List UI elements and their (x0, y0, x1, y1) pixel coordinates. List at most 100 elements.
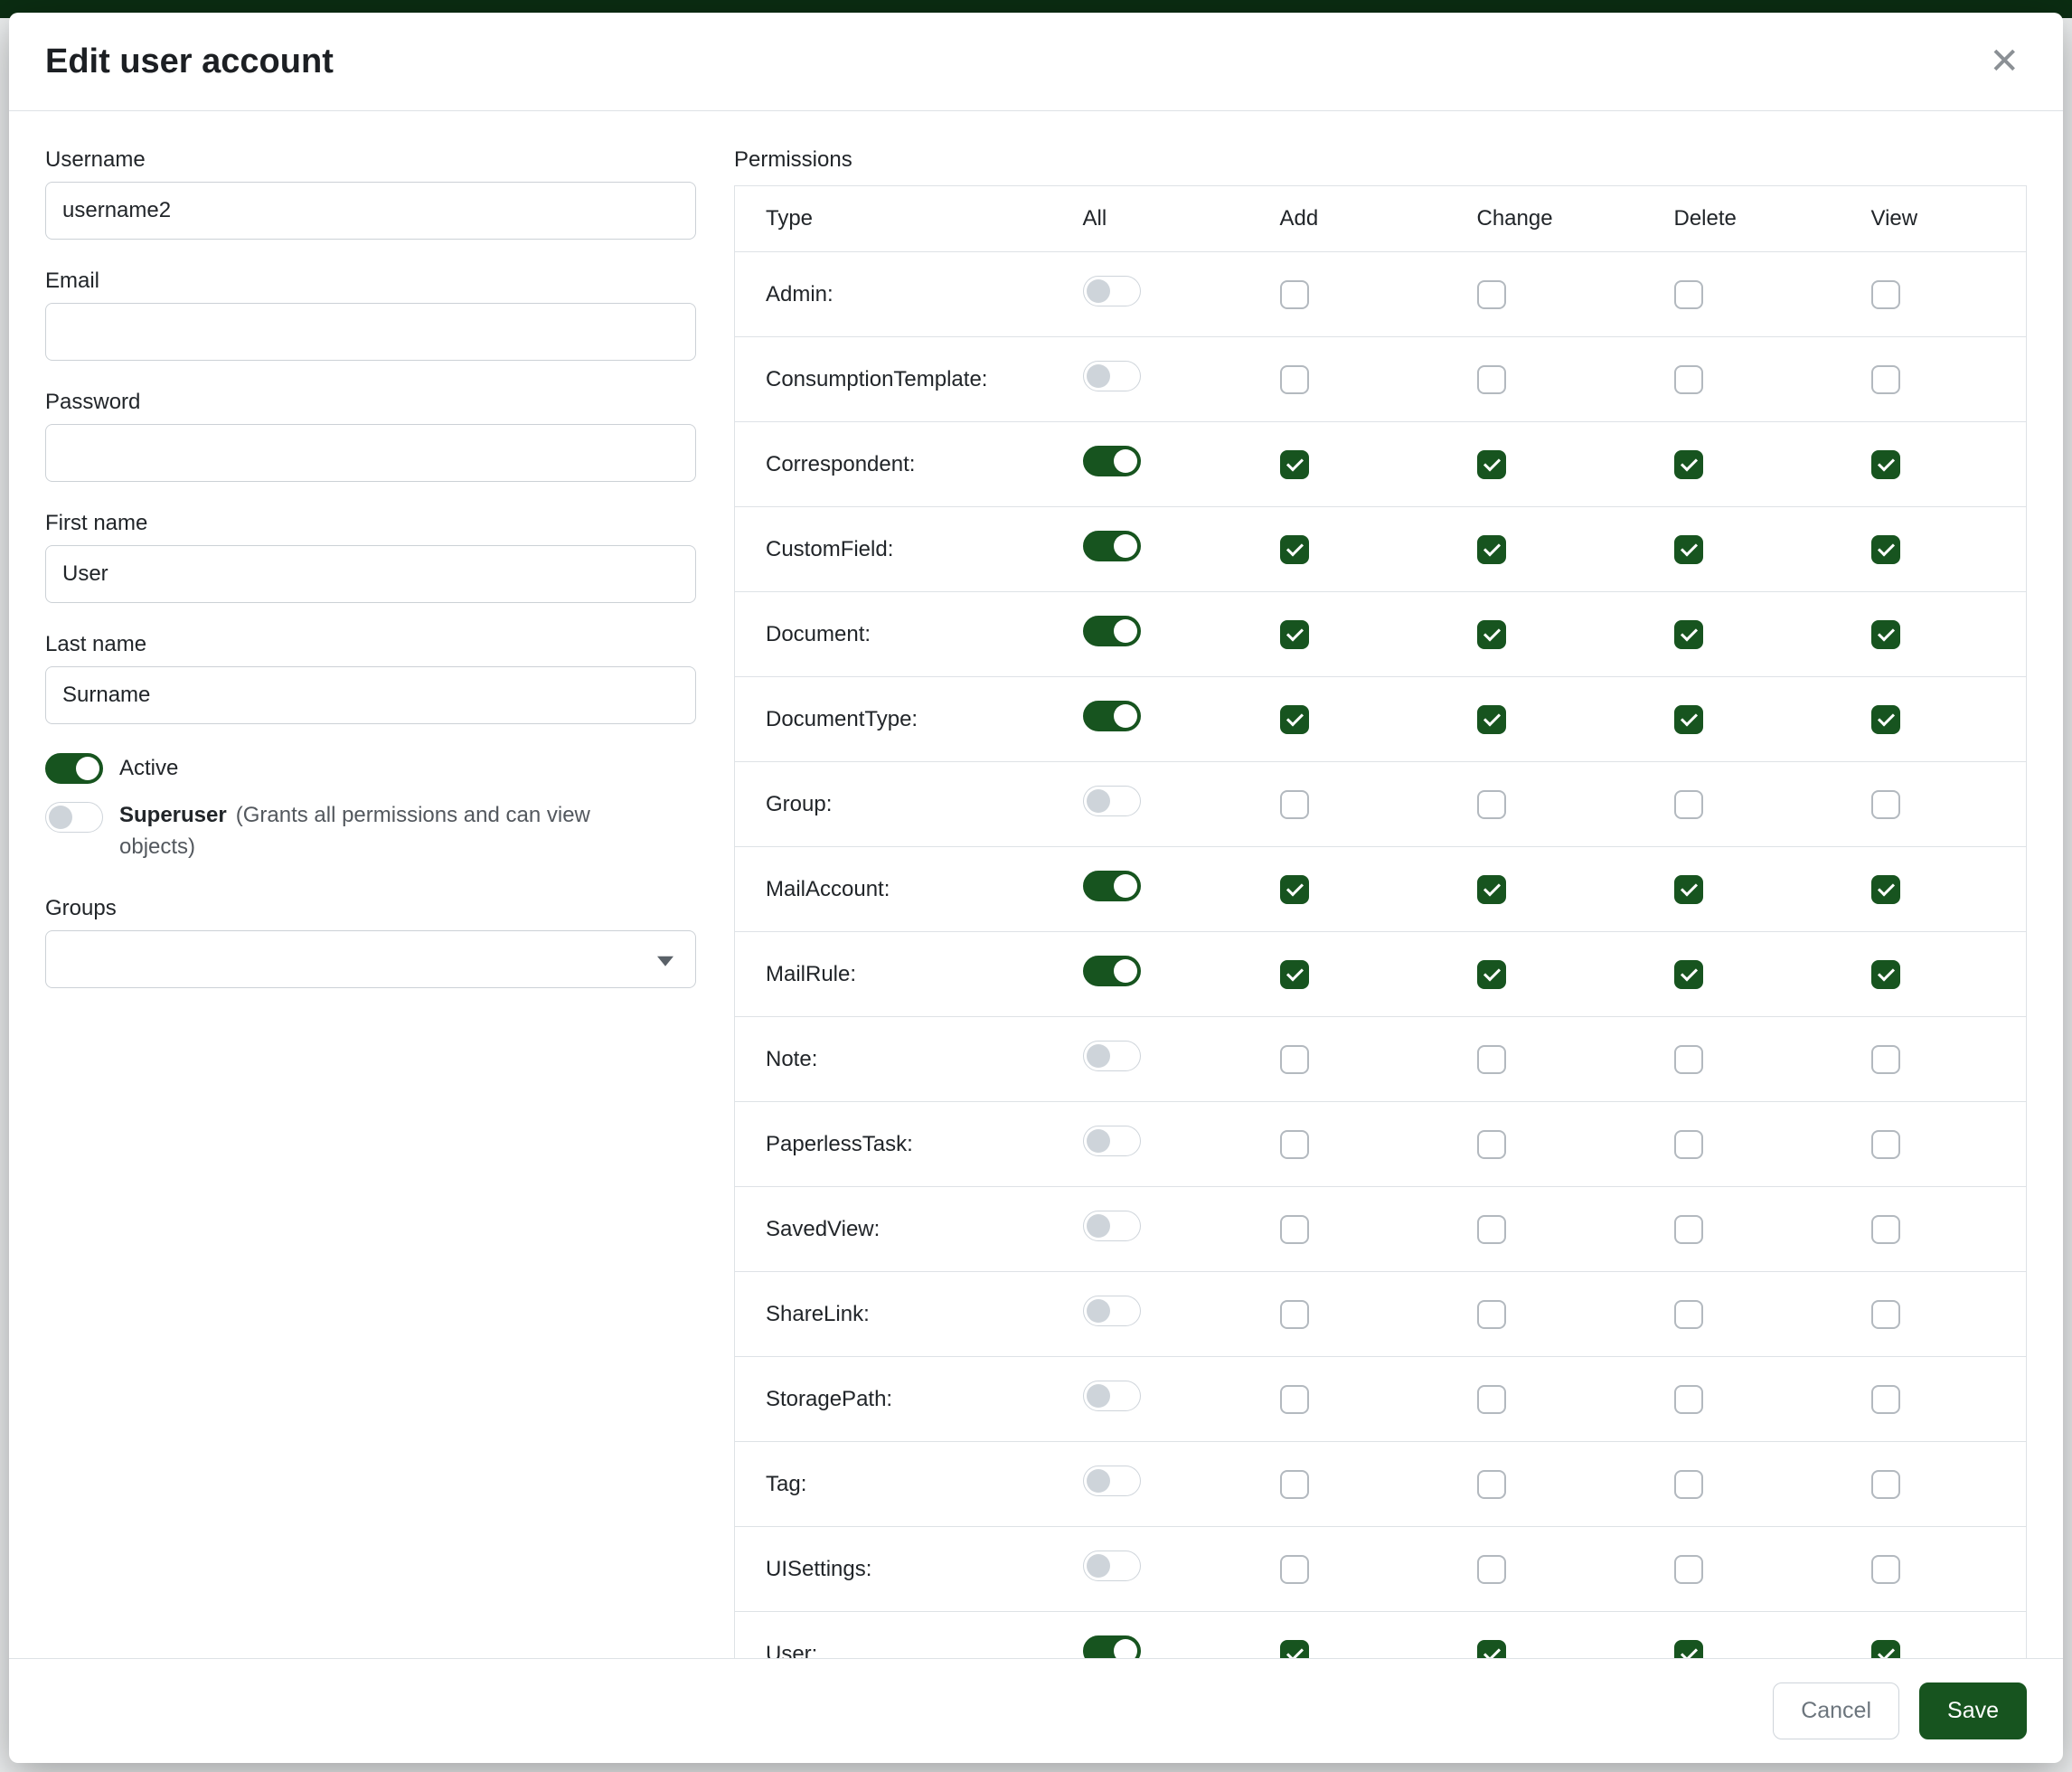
permission-all-toggle[interactable] (1083, 1635, 1141, 1658)
permission-delete-checkbox[interactable] (1674, 1045, 1703, 1074)
permission-change-checkbox[interactable] (1477, 1130, 1506, 1159)
permission-all-toggle[interactable] (1083, 871, 1141, 901)
permission-all-toggle[interactable] (1083, 1550, 1141, 1581)
permission-change-checkbox[interactable] (1477, 535, 1506, 564)
permission-change-checkbox[interactable] (1477, 365, 1506, 394)
permission-all-toggle[interactable] (1083, 956, 1141, 986)
cancel-button[interactable]: Cancel (1773, 1682, 1899, 1739)
permission-change-checkbox[interactable] (1477, 960, 1506, 989)
permission-delete-checkbox[interactable] (1674, 620, 1703, 649)
permission-view-checkbox[interactable] (1871, 1300, 1900, 1329)
email-field[interactable] (45, 303, 696, 361)
permission-view-checkbox[interactable] (1871, 1045, 1900, 1074)
permission-change-checkbox[interactable] (1477, 790, 1506, 819)
permission-change-checkbox[interactable] (1477, 1045, 1506, 1074)
permission-delete-checkbox[interactable] (1674, 875, 1703, 904)
permission-add-checkbox[interactable] (1280, 960, 1309, 989)
permission-view-checkbox[interactable] (1871, 1215, 1900, 1244)
permission-add-checkbox[interactable] (1280, 875, 1309, 904)
last-name-group: Last name (45, 632, 696, 724)
permission-add-checkbox[interactable] (1280, 1555, 1309, 1584)
permission-view-checkbox[interactable] (1871, 450, 1900, 479)
permission-view-checkbox[interactable] (1871, 1470, 1900, 1499)
permission-add-checkbox[interactable] (1280, 450, 1309, 479)
permission-add-checkbox[interactable] (1280, 535, 1309, 564)
last-name-field[interactable] (45, 666, 696, 724)
permission-view-checkbox[interactable] (1871, 620, 1900, 649)
permission-delete-checkbox[interactable] (1674, 790, 1703, 819)
permission-change-checkbox[interactable] (1477, 620, 1506, 649)
active-toggle[interactable] (45, 753, 103, 784)
permission-delete-checkbox[interactable] (1674, 1130, 1703, 1159)
permission-all-toggle[interactable] (1083, 1381, 1141, 1411)
permission-delete-checkbox[interactable] (1674, 705, 1703, 734)
permission-view-checkbox[interactable] (1871, 875, 1900, 904)
permission-all-toggle[interactable] (1083, 446, 1141, 476)
permission-delete-checkbox[interactable] (1674, 1215, 1703, 1244)
save-button[interactable]: Save (1919, 1682, 2027, 1739)
permission-change-checkbox[interactable] (1477, 1385, 1506, 1414)
permission-all-toggle[interactable] (1083, 1296, 1141, 1326)
permission-add-checkbox[interactable] (1280, 1385, 1309, 1414)
permission-delete-checkbox[interactable] (1674, 535, 1703, 564)
permission-all-toggle[interactable] (1083, 786, 1141, 816)
permission-view-checkbox[interactable] (1871, 705, 1900, 734)
permission-delete-checkbox[interactable] (1674, 280, 1703, 309)
permission-change-checkbox[interactable] (1477, 875, 1506, 904)
permission-add-checkbox[interactable] (1280, 1640, 1309, 1659)
permission-delete-checkbox[interactable] (1674, 960, 1703, 989)
permission-all-toggle[interactable] (1083, 276, 1141, 306)
permission-all-toggle[interactable] (1083, 701, 1141, 731)
permission-view-checkbox[interactable] (1871, 535, 1900, 564)
permission-add-checkbox[interactable] (1280, 280, 1309, 309)
permission-change-checkbox[interactable] (1477, 280, 1506, 309)
permission-view-checkbox[interactable] (1871, 280, 1900, 309)
permission-view-checkbox[interactable] (1871, 365, 1900, 394)
permission-view-checkbox[interactable] (1871, 1385, 1900, 1414)
permission-add-checkbox[interactable] (1280, 620, 1309, 649)
permission-change-checkbox[interactable] (1477, 450, 1506, 479)
permission-change-checkbox[interactable] (1477, 1640, 1506, 1659)
password-field[interactable] (45, 424, 696, 482)
permission-change-checkbox[interactable] (1477, 1215, 1506, 1244)
permission-delete-checkbox[interactable] (1674, 450, 1703, 479)
permission-delete-checkbox[interactable] (1674, 1555, 1703, 1584)
close-icon[interactable]: ✕ (1982, 40, 2027, 83)
permission-change-checkbox[interactable] (1477, 1555, 1506, 1584)
permission-all-toggle[interactable] (1083, 531, 1141, 561)
permission-change-checkbox[interactable] (1477, 705, 1506, 734)
permission-delete-checkbox[interactable] (1674, 1300, 1703, 1329)
permission-add-checkbox[interactable] (1280, 1470, 1309, 1499)
permission-view-checkbox[interactable] (1871, 790, 1900, 819)
permission-add-checkbox[interactable] (1280, 1045, 1309, 1074)
permission-all-toggle[interactable] (1083, 1126, 1141, 1156)
permission-add-checkbox[interactable] (1280, 1130, 1309, 1159)
permission-view-checkbox[interactable] (1871, 1555, 1900, 1584)
permission-delete-checkbox[interactable] (1674, 1385, 1703, 1414)
permission-all-toggle[interactable] (1083, 616, 1141, 646)
permission-delete-checkbox[interactable] (1674, 1640, 1703, 1659)
permission-all-toggle[interactable] (1083, 1041, 1141, 1071)
permission-all-toggle[interactable] (1083, 1466, 1141, 1496)
permission-view-checkbox[interactable] (1871, 1640, 1900, 1659)
permission-add-checkbox[interactable] (1280, 1215, 1309, 1244)
superuser-toggle[interactable] (45, 802, 103, 833)
permission-view-checkbox[interactable] (1871, 1130, 1900, 1159)
username-input[interactable] (45, 182, 696, 240)
permission-row: ConsumptionTemplate: (735, 337, 2027, 422)
first-name-field[interactable] (45, 545, 696, 603)
permission-add-checkbox[interactable] (1280, 705, 1309, 734)
permission-all-toggle[interactable] (1083, 361, 1141, 391)
permission-view-checkbox[interactable] (1871, 960, 1900, 989)
permission-all-toggle[interactable] (1083, 1211, 1141, 1241)
permission-add-checkbox[interactable] (1280, 365, 1309, 394)
permission-change-checkbox[interactable] (1477, 1470, 1506, 1499)
permission-delete-checkbox[interactable] (1674, 365, 1703, 394)
permission-delete-checkbox[interactable] (1674, 1470, 1703, 1499)
permission-add-checkbox[interactable] (1280, 1300, 1309, 1329)
groups-select[interactable] (45, 930, 696, 988)
permission-row: SavedView: (735, 1187, 2027, 1272)
permission-add-checkbox[interactable] (1280, 790, 1309, 819)
permission-row: MailRule: (735, 932, 2027, 1017)
permission-change-checkbox[interactable] (1477, 1300, 1506, 1329)
